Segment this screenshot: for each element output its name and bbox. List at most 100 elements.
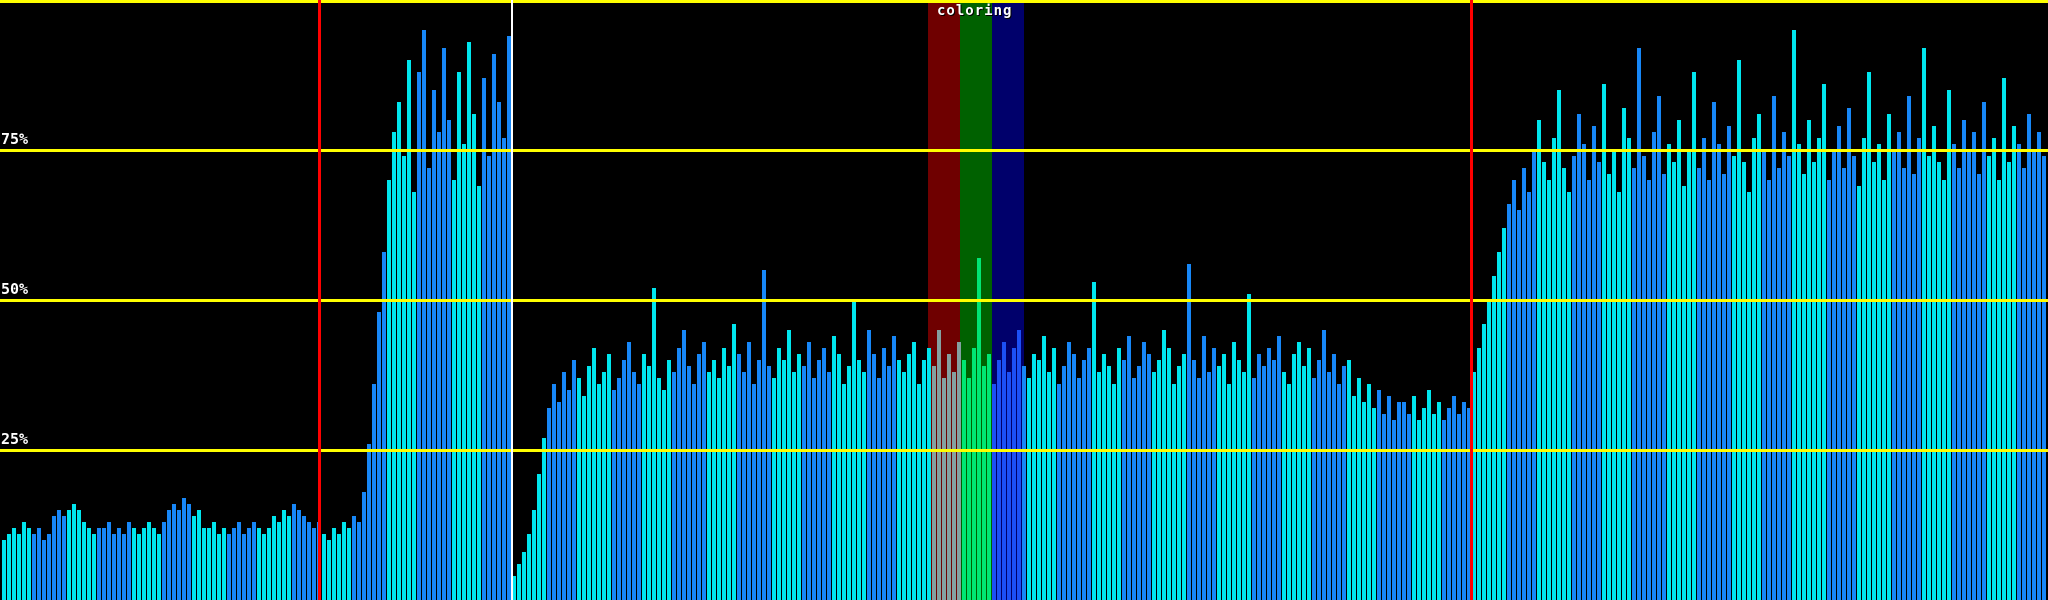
bar xyxy=(12,528,16,600)
bar xyxy=(107,522,111,600)
ytick-50-label: 50% xyxy=(1,280,29,298)
bar xyxy=(1322,330,1326,600)
bar xyxy=(1512,180,1516,600)
bar xyxy=(1337,384,1341,600)
bar xyxy=(1572,156,1576,600)
bar xyxy=(87,528,91,600)
bar xyxy=(1627,138,1631,600)
bar xyxy=(377,312,381,600)
bar xyxy=(102,528,106,600)
bar xyxy=(1252,378,1256,600)
bar xyxy=(1812,162,1816,600)
bar xyxy=(1932,126,1936,600)
bar xyxy=(1502,228,1506,600)
bar xyxy=(1162,330,1166,600)
bar xyxy=(847,366,851,600)
bar xyxy=(1807,120,1811,600)
bar xyxy=(1997,180,2001,600)
bar xyxy=(1497,252,1501,600)
bar xyxy=(207,528,211,600)
bar xyxy=(692,384,696,600)
bar xyxy=(1297,342,1301,600)
bar xyxy=(92,534,96,600)
bar xyxy=(1072,354,1076,600)
bar xyxy=(82,522,86,600)
bar xyxy=(47,534,51,600)
bar xyxy=(247,528,251,600)
bar xyxy=(657,378,661,600)
bar xyxy=(1842,168,1846,600)
bar xyxy=(1312,378,1316,600)
bar xyxy=(1122,360,1126,600)
bar xyxy=(167,510,171,600)
bar xyxy=(1267,348,1271,600)
bar xyxy=(882,348,886,600)
bar xyxy=(1227,384,1231,600)
bar xyxy=(22,522,26,600)
bar xyxy=(1817,138,1821,600)
bar xyxy=(822,348,826,600)
bar xyxy=(1452,396,1456,600)
bar xyxy=(1717,144,1721,600)
bar xyxy=(437,132,441,600)
bar xyxy=(1527,192,1531,600)
bar xyxy=(712,360,716,600)
bar xyxy=(1287,384,1291,600)
bar xyxy=(1832,150,1836,600)
bar xyxy=(902,372,906,600)
performance-graph: 75% 50% 25% coloring xyxy=(0,0,2048,600)
bar xyxy=(1482,324,1486,600)
bar xyxy=(1677,120,1681,600)
bar xyxy=(72,504,76,600)
bar xyxy=(1027,378,1031,600)
bar xyxy=(1307,348,1311,600)
bar xyxy=(1762,150,1766,600)
bar xyxy=(1552,138,1556,600)
bar xyxy=(912,342,916,600)
bar xyxy=(2042,156,2046,600)
bar xyxy=(1862,138,1866,600)
bar xyxy=(1327,372,1331,600)
bar xyxy=(1942,180,1946,600)
bar xyxy=(1257,354,1261,600)
bar xyxy=(1477,348,1481,600)
bar xyxy=(952,372,956,600)
bar xyxy=(1077,378,1081,600)
bar xyxy=(1982,102,1986,600)
bar xyxy=(1232,342,1236,600)
coloring-label: coloring xyxy=(937,3,1013,19)
bar xyxy=(1917,138,1921,600)
bar xyxy=(522,552,526,600)
bar xyxy=(1277,336,1281,600)
bar xyxy=(152,528,156,600)
bar xyxy=(662,390,666,600)
bar xyxy=(1302,366,1306,600)
bar xyxy=(947,354,951,600)
bar xyxy=(1022,366,1026,600)
bar xyxy=(932,366,936,600)
bar xyxy=(1902,168,1906,600)
bar xyxy=(1602,84,1606,600)
bar xyxy=(1892,150,1896,600)
bar xyxy=(192,516,196,600)
bar xyxy=(1757,114,1761,600)
bar xyxy=(202,528,206,600)
bar xyxy=(797,354,801,600)
bar xyxy=(197,510,201,600)
bar xyxy=(492,54,496,600)
bar xyxy=(242,534,246,600)
bar xyxy=(1782,132,1786,600)
bar xyxy=(1357,378,1361,600)
bar xyxy=(1642,156,1646,600)
bar xyxy=(432,90,436,600)
bar xyxy=(127,522,131,600)
bar xyxy=(1082,360,1086,600)
bar xyxy=(97,528,101,600)
bar xyxy=(677,348,681,600)
bar xyxy=(257,528,261,600)
bar xyxy=(1382,414,1386,600)
bar xyxy=(297,510,301,600)
bar xyxy=(807,342,811,600)
bar xyxy=(1887,114,1891,600)
bar xyxy=(697,354,701,600)
